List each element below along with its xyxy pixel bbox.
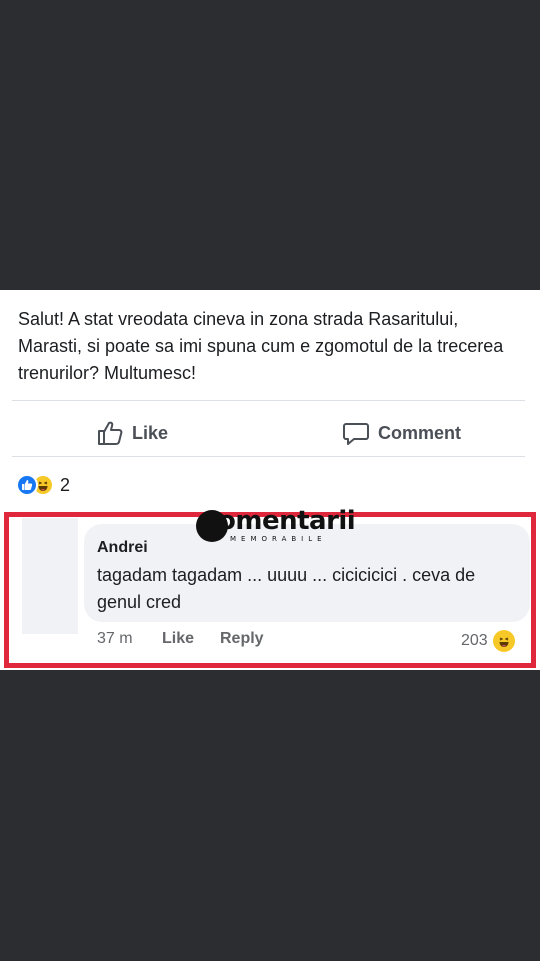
comment-icon bbox=[342, 420, 370, 446]
watermark-word: omentarii bbox=[218, 506, 356, 536]
comment-reactions[interactable]: 203 bbox=[461, 630, 515, 652]
avatar[interactable] bbox=[22, 518, 78, 634]
like-button[interactable]: Like bbox=[96, 420, 168, 446]
thumbs-up-icon bbox=[96, 420, 124, 446]
comment-like-button[interactable]: Like bbox=[162, 630, 194, 648]
comment-button[interactable]: Comment bbox=[342, 420, 461, 446]
comment-time[interactable]: 37 m bbox=[97, 630, 133, 648]
watermark-logo: omentarii MEMORABILE bbox=[196, 506, 366, 548]
comment-reaction-count: 203 bbox=[461, 632, 488, 649]
comment-text: tagadam tagadam ... uuuu ... cicicicici … bbox=[97, 565, 476, 612]
comment-label: Comment bbox=[378, 422, 462, 443]
post-text: Salut! A stat vreodata cineva in zona st… bbox=[18, 309, 504, 383]
divider-bottom bbox=[12, 456, 525, 457]
comment-author[interactable]: Andrei bbox=[97, 539, 148, 557]
reaction-count: 2 bbox=[60, 474, 71, 495]
like-label: Like bbox=[132, 422, 169, 443]
comment-reply-button[interactable]: Reply bbox=[220, 630, 264, 648]
haha-icon bbox=[492, 630, 515, 652]
watermark-subtitle: MEMORABILE bbox=[230, 535, 327, 543]
divider-top bbox=[12, 400, 525, 401]
reactions-summary[interactable]: 2 bbox=[16, 474, 70, 496]
like-icon bbox=[16, 474, 38, 496]
